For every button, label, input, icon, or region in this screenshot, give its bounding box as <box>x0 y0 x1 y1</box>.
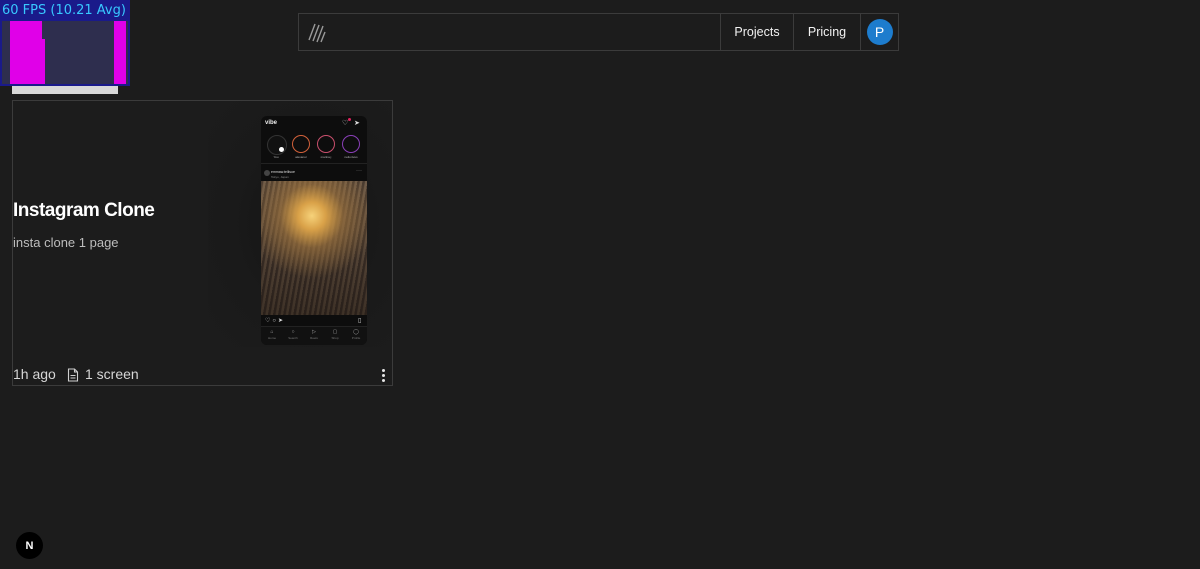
project-preview-thumbnail[interactable]: vibe ♡ ➤ You alexanor marina.j neilo.liv… <box>261 116 367 345</box>
nav-projects-link[interactable]: Projects <box>720 14 793 50</box>
tab-label: Shop <box>331 336 339 340</box>
fps-overlay-strip <box>12 86 118 94</box>
send-icon: ➤ <box>354 120 360 127</box>
fps-bar <box>42 39 45 84</box>
shop-tab-icon: ▢ Shop <box>325 329 345 340</box>
project-description: insta clone 1 page <box>13 235 119 250</box>
document-icon <box>67 368 79 387</box>
diagonal-stripes-logo-icon[interactable] <box>299 14 335 50</box>
more-horizontal-icon: ··· <box>356 168 362 174</box>
fps-graph <box>2 21 128 84</box>
preview-divider <box>261 163 367 164</box>
search-tab-icon: ○ Search <box>283 329 303 340</box>
story-label: You <box>273 155 279 159</box>
fps-bar <box>10 21 42 84</box>
story-avatar <box>317 135 335 153</box>
story-label: neilo.lives <box>344 155 358 159</box>
fps-label: 60 FPS (10.21 Avg) <box>2 3 126 18</box>
post-avatar <box>264 170 270 176</box>
profile-tab-icon: ◯ Profile <box>346 329 366 340</box>
reels-tab-icon: ▷ Reels <box>304 329 324 340</box>
story-avatar <box>267 135 287 155</box>
fps-bar <box>114 21 126 84</box>
post-username: emmaw.tellisoe <box>271 170 295 174</box>
notification-dot <box>348 118 351 121</box>
project-updated-time: 1h ago <box>13 366 56 382</box>
dev-tools-badge[interactable]: N <box>16 532 43 559</box>
tab-label: Profile <box>351 336 361 340</box>
story-avatar <box>292 135 310 153</box>
story-label: alexanor <box>295 155 307 159</box>
project-title[interactable]: Instagram Clone <box>13 200 155 222</box>
story-label: marina.j <box>320 155 332 159</box>
post-photo <box>261 181 367 315</box>
bookmark-icon: ▯ <box>358 318 362 324</box>
tab-label: Reels <box>310 336 318 340</box>
fps-overlay: 60 FPS (10.21 Avg) <box>0 0 130 86</box>
user-menu[interactable]: P <box>860 14 898 50</box>
project-screen-count: 1 screen <box>85 366 139 382</box>
home-tab-icon: ⌂ Home <box>262 329 282 340</box>
preview-tab-bar: ⌂ Home ○ Search ▷ Reels ▢ Shop ◯ Profile <box>261 326 367 345</box>
project-card[interactable]: Instagram Clone insta clone 1 page vibe … <box>12 100 393 386</box>
post-location: Tokyo, Japan <box>271 175 289 179</box>
tab-label: Home <box>267 336 276 340</box>
post-actions-icons: ♡○➤ <box>265 318 286 324</box>
avatar[interactable]: P <box>866 19 893 45</box>
story-avatar <box>342 135 360 153</box>
preview-app-name: vibe <box>265 120 278 126</box>
more-vertical-icon[interactable] <box>377 367 389 383</box>
nav-pricing-link[interactable]: Pricing <box>793 14 860 50</box>
tab-label: Search <box>288 336 298 340</box>
top-nav: Projects Pricing P <box>298 13 899 51</box>
